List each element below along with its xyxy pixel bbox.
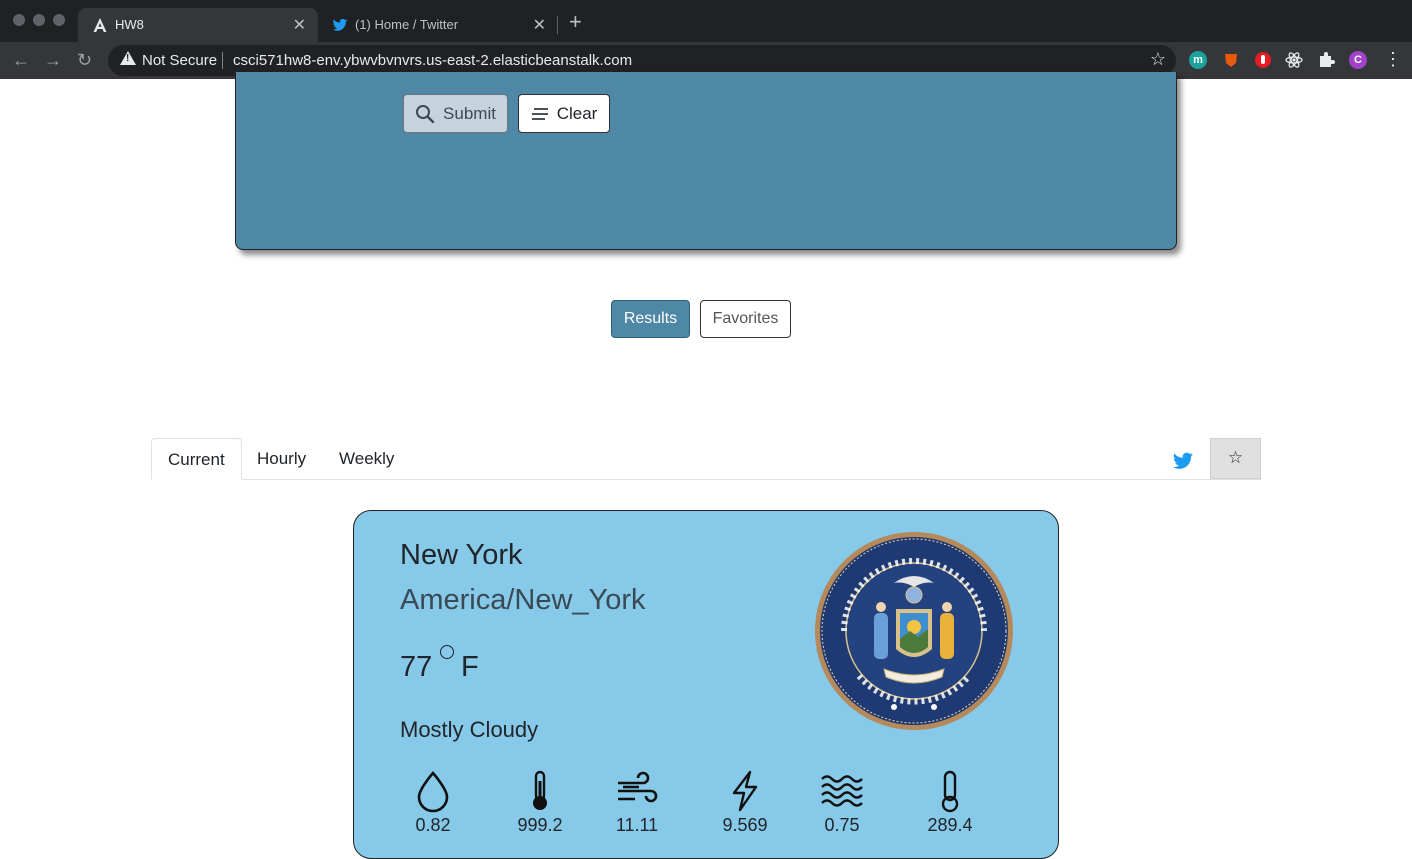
- extension-m-icon[interactable]: m: [1189, 51, 1207, 69]
- tab-hourly[interactable]: Hourly: [241, 438, 322, 480]
- reload-icon[interactable]: ↻: [77, 49, 92, 71]
- close-tab-icon[interactable]: ✕: [533, 15, 546, 35]
- new-tab-icon[interactable]: +: [569, 11, 582, 33]
- window-zoom-dot[interactable]: [53, 14, 65, 26]
- humidity-icon: [417, 771, 449, 813]
- visibility-icon: [732, 770, 758, 812]
- warning-icon: [120, 51, 136, 65]
- results-button[interactable]: Results: [611, 300, 690, 338]
- tab-current[interactable]: Current: [151, 438, 242, 480]
- star-outline-icon: ☆: [1227, 448, 1244, 467]
- bookmark-star-icon[interactable]: ☆: [1150, 49, 1166, 70]
- back-arrow-icon[interactable]: ←: [12, 49, 30, 71]
- browser-menu-icon[interactable]: ⋮: [1384, 50, 1402, 68]
- weather-card: New York America/New_York 77 F Mostly Cl…: [353, 510, 1059, 859]
- humidity-value: 0.82: [415, 815, 451, 835]
- temperature-unit: F: [461, 651, 479, 683]
- visibility-metric: 9.569: [705, 769, 785, 836]
- tab-weekly[interactable]: Weekly: [323, 438, 410, 480]
- browser-tab-title: HW8: [115, 17, 144, 32]
- clear-lines-icon: [531, 107, 548, 120]
- search-icon: [416, 104, 435, 123]
- wind-speed-value: 11.11: [615, 815, 659, 835]
- cloud-cover-metric: 0.75: [802, 769, 882, 836]
- extensions-puzzle-icon[interactable]: [1317, 51, 1335, 69]
- tab-separator: [557, 16, 558, 34]
- visibility-value: 9.569: [722, 815, 768, 835]
- forward-arrow-icon[interactable]: →: [44, 49, 62, 71]
- clear-button[interactable]: Clear: [518, 94, 610, 133]
- state-seal-image: [815, 532, 1013, 730]
- react-devtools-icon[interactable]: [1285, 51, 1303, 69]
- temperature-value: 77: [400, 651, 433, 683]
- search-form-panel: [235, 72, 1177, 250]
- degree-icon: [440, 645, 454, 659]
- favorites-button[interactable]: Favorites: [700, 300, 791, 338]
- angular-icon: [93, 18, 107, 32]
- address-separator: [222, 52, 223, 69]
- browser-tab-title: (1) Home / Twitter: [355, 17, 459, 32]
- clear-label: Clear: [556, 103, 598, 123]
- wind-speed-metric: 11.11: [597, 769, 677, 836]
- pressure-icon: [533, 770, 547, 810]
- profile-avatar[interactable]: C: [1349, 51, 1367, 69]
- weather-summary: Mostly Cloudy: [400, 717, 539, 742]
- humidity-metric: 0.82: [393, 769, 473, 836]
- ozone-value: 289.4: [927, 815, 973, 835]
- browser-tab-twitter[interactable]: (1) Home / Twitter ✕: [318, 8, 558, 42]
- close-tab-icon[interactable]: ✕: [293, 15, 306, 35]
- window-minimize-dot[interactable]: [33, 14, 45, 26]
- submit-button[interactable]: Submit: [403, 94, 508, 133]
- brave-extension-icon[interactable]: [1222, 51, 1240, 69]
- timezone: America/New_York: [400, 584, 646, 616]
- browser-tab-bar: HW8 ✕ (1) Home / Twitter ✕ +: [0, 0, 1412, 42]
- cloud-cover-icon: [821, 775, 863, 807]
- submit-label: Submit: [443, 103, 496, 123]
- browser-tab-hw8[interactable]: HW8 ✕: [78, 8, 318, 42]
- pressure-value: 999.2: [517, 815, 563, 835]
- wind-speed-icon: [618, 771, 658, 803]
- stop-hand-extension-icon[interactable]: [1254, 51, 1272, 69]
- add-favorite-button[interactable]: ☆: [1210, 438, 1261, 479]
- window-close-dot[interactable]: [13, 14, 25, 26]
- pressure-metric: 999.2: [500, 769, 580, 836]
- tweet-twitter-icon[interactable]: [1170, 450, 1196, 472]
- city-name: New York: [400, 539, 523, 571]
- security-label[interactable]: Not Secure: [142, 52, 217, 69]
- ozone-icon: [941, 770, 959, 813]
- cloud-cover-value: 0.75: [824, 815, 860, 835]
- url-text[interactable]: csci571hw8-env.ybwvbvnvrs.us-east-2.elas…: [233, 52, 632, 69]
- ozone-metric: 289.4: [910, 769, 990, 836]
- twitter-icon: [332, 18, 348, 31]
